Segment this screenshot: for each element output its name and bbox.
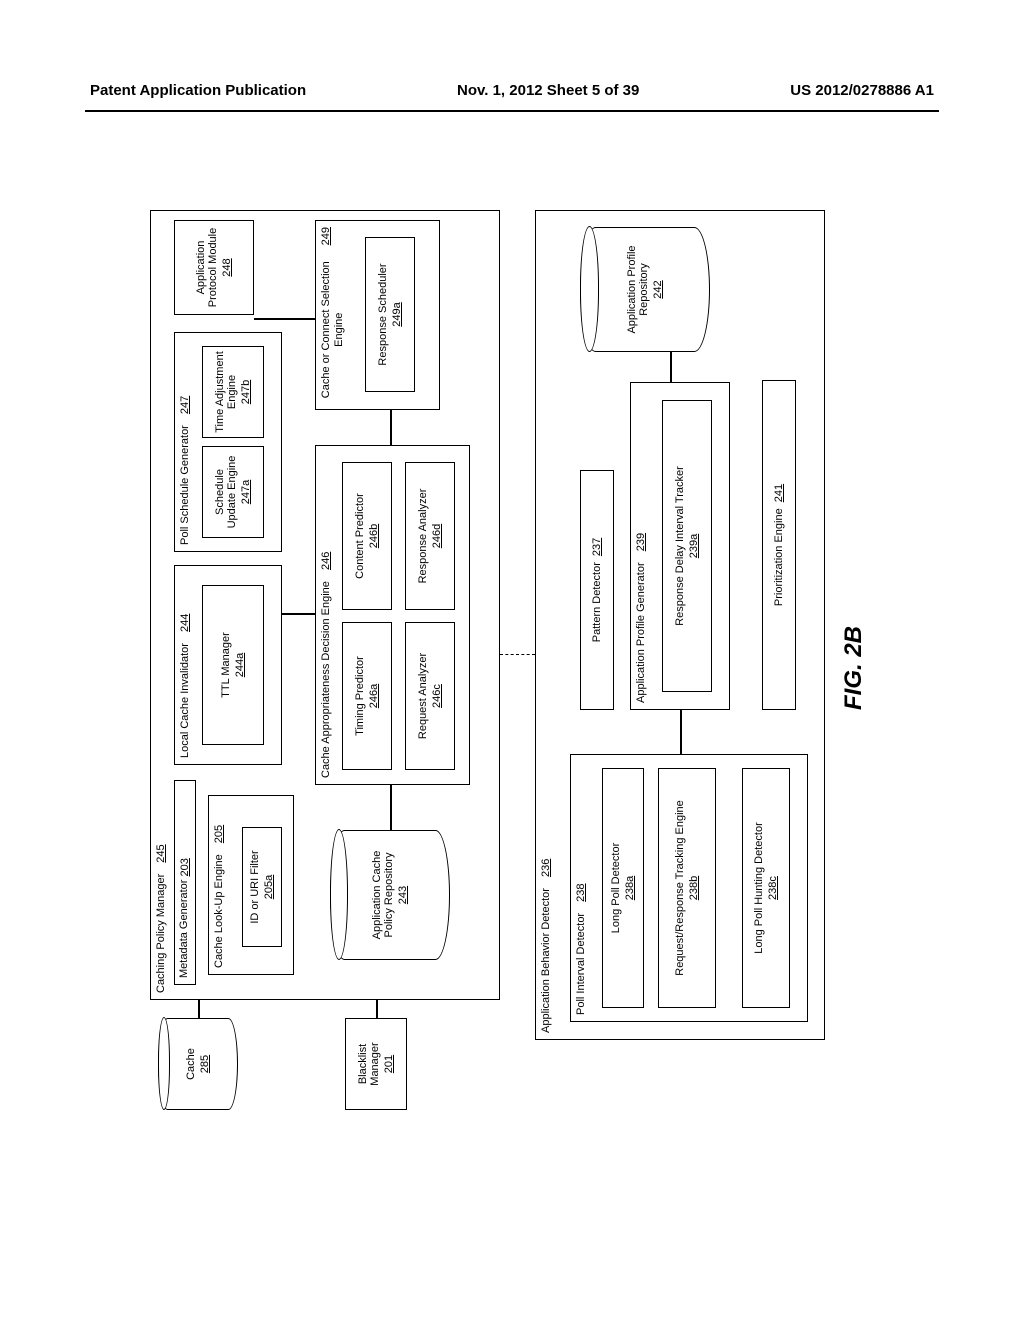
header-rule xyxy=(85,110,939,112)
header-right: US 2012/0278886 A1 xyxy=(790,82,934,99)
apg-label: Application Profile Generator xyxy=(635,562,648,703)
blacklist-manager-ref: 201 xyxy=(383,1055,396,1073)
conn-apg-repo xyxy=(670,352,672,382)
cache-lookup-label: Cache Look-Up Engine xyxy=(213,854,226,968)
cache-cylinder: Cache 285 xyxy=(158,1018,238,1110)
tae-label: Time Adjustment Engine xyxy=(214,351,239,433)
rs-ref: 249a xyxy=(391,302,404,326)
lci-ref: 244 xyxy=(179,614,192,632)
ra-ref: 246c xyxy=(431,684,444,708)
cp-label: Content Predictor xyxy=(354,493,367,579)
conn-blacklist-cpm xyxy=(376,1000,378,1018)
page-header: Patent Application Publication Nov. 1, 2… xyxy=(0,82,1024,99)
ttl-manager-label: TTL Manager xyxy=(220,632,233,698)
pe-ref: 241 xyxy=(773,484,786,502)
metadata-generator-box: Metadata Generator 203 xyxy=(174,780,196,985)
blacklist-manager-box: Blacklist Manager 201 xyxy=(345,1018,407,1110)
rad-label: Response Analyzer xyxy=(417,489,430,584)
id-uri-filter-box: ID or URI Filter 205a xyxy=(242,827,282,947)
long-poll-detector-box: Long Poll Detector 238a xyxy=(602,768,644,1008)
conn-cpm-abd-dash xyxy=(500,654,535,655)
sue-label: Schedule Update Engine xyxy=(214,451,239,533)
lph-ref: 238c xyxy=(767,876,780,900)
conn-apm-ccs xyxy=(254,319,315,321)
psg-ref: 247 xyxy=(179,396,192,414)
req-resp-tracking-box: Request/Response Tracking Engine 238b xyxy=(658,768,716,1008)
id-uri-filter-ref: 205a xyxy=(263,875,276,899)
pd-ref: 237 xyxy=(591,538,604,556)
diagram: Cache 285 Blacklist Manager 201 Caching … xyxy=(40,320,940,1000)
cade-label: Cache Appropriateness Decision Engine xyxy=(320,581,333,778)
rdit-label: Response Delay Interval Tracker xyxy=(674,466,687,626)
lph-label: Long Poll Hunting Detector xyxy=(753,822,766,953)
pattern-detector-box: Pattern Detector 237 xyxy=(580,470,614,710)
schedule-update-engine-box: Schedule Update Engine 247a xyxy=(202,446,264,538)
resp-delay-tracker-box: Response Delay Interval Tracker 239a xyxy=(662,400,712,692)
rrt-ref: 238b xyxy=(688,876,701,900)
apm-ref: 248 xyxy=(221,258,234,276)
ttl-manager-ref: 244a xyxy=(234,653,247,677)
cache-label: Cache xyxy=(185,1048,198,1080)
rad-ref: 246d xyxy=(431,524,444,548)
apm-label: Application Protocol Module xyxy=(195,225,220,310)
rrt-label: Request/Response Tracking Engine xyxy=(674,800,687,976)
timing-predictor-box: Timing Predictor 246a xyxy=(342,622,392,770)
pe-label: Prioritization Engine xyxy=(773,508,786,606)
cp-ref: 246b xyxy=(368,524,381,548)
id-uri-filter-label: ID or URI Filter xyxy=(249,850,262,923)
cache-lookup-ref: 205 xyxy=(213,825,226,843)
response-scheduler-box: Response Scheduler 249a xyxy=(365,237,415,392)
tp-label: Timing Predictor xyxy=(354,656,367,736)
lpd-ref: 238a xyxy=(624,876,637,900)
pd-label: Pattern Detector xyxy=(591,562,604,642)
conn-cade-ccs xyxy=(390,410,392,445)
apg-ref: 239 xyxy=(635,533,648,551)
abd-label: Application Behavior Detector xyxy=(540,888,553,1033)
metadata-generator-label: Metadata Generator xyxy=(178,880,191,978)
long-poll-hunting-box: Long Poll Hunting Detector 238c xyxy=(742,768,790,1008)
cade-ref: 246 xyxy=(320,552,333,570)
cpm-label: Caching Policy Manager xyxy=(155,874,168,993)
rdit-ref: 239a xyxy=(688,534,701,558)
pid-label: Poll Interval Detector xyxy=(575,913,588,1015)
header-left: Patent Application Publication xyxy=(90,82,306,99)
acpr-ref: 243 xyxy=(397,886,410,904)
response-analyzer-box: Response Analyzer 246d xyxy=(405,462,455,610)
psg-label: Poll Schedule Generator xyxy=(179,425,192,545)
abd-ref: 236 xyxy=(540,859,553,877)
blacklist-manager-label: Blacklist Manager xyxy=(357,1023,382,1105)
conn-cpm-top-cade xyxy=(282,614,315,616)
tae-ref: 247b xyxy=(240,380,253,404)
pid-ref: 238 xyxy=(575,883,588,901)
ccs-ref: 249 xyxy=(320,227,333,245)
ttl-manager-box: TTL Manager 244a xyxy=(202,585,264,745)
cache-ref: 285 xyxy=(199,1055,212,1073)
ra-label: Request Analyzer xyxy=(417,653,430,739)
apr-label: Application Profile Repository xyxy=(626,232,651,347)
request-analyzer-box: Request Analyzer 246c xyxy=(405,622,455,770)
tp-ref: 246a xyxy=(368,684,381,708)
time-adjustment-engine-box: Time Adjustment Engine 247b xyxy=(202,346,264,438)
ccs-label: Cache or Connect Selection Engine xyxy=(320,256,345,403)
conn-repo-cade xyxy=(390,785,392,830)
content-predictor-box: Content Predictor 246b xyxy=(342,462,392,610)
lci-label: Local Cache Invalidator xyxy=(179,643,192,758)
cpm-ref: 245 xyxy=(155,844,168,862)
app-cache-policy-repo-cylinder: Application Cache Policy Repository 243 xyxy=(330,830,450,960)
rs-label: Response Scheduler xyxy=(377,263,390,365)
app-protocol-module-box: Application Protocol Module 248 xyxy=(174,220,254,315)
metadata-generator-ref: 203 xyxy=(179,858,192,876)
figure-label: FIG. 2B xyxy=(840,626,868,710)
prioritization-engine-box: Prioritization Engine 241 xyxy=(762,380,796,710)
app-profile-repo-cylinder: Application Profile Repository 242 xyxy=(580,227,710,352)
lpd-label: Long Poll Detector xyxy=(610,843,623,934)
acpr-label: Application Cache Policy Repository xyxy=(371,835,396,955)
header-center: Nov. 1, 2012 Sheet 5 of 39 xyxy=(457,82,639,99)
conn-pid-apg xyxy=(680,710,682,754)
sue-ref: 247a xyxy=(240,480,253,504)
apr-ref: 242 xyxy=(652,280,665,298)
conn-cache-cpm xyxy=(198,1000,200,1018)
